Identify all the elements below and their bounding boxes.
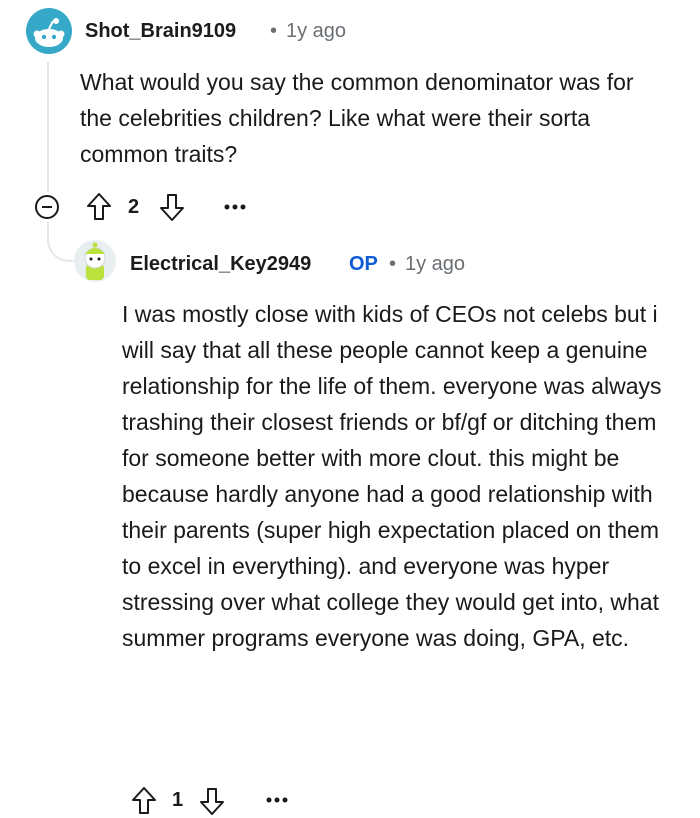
timestamp[interactable]: 1y ago <box>405 253 465 276</box>
avatar[interactable] <box>26 8 72 54</box>
snoo-icon <box>84 242 106 280</box>
ellipsis-icon[interactable] <box>264 795 290 805</box>
minus-circle-icon[interactable] <box>34 194 60 220</box>
arrow-down-icon[interactable] <box>198 786 226 816</box>
comment-body: What would you say the common denominato… <box>80 69 634 167</box>
arrow-up-icon[interactable] <box>130 786 158 816</box>
timestamp[interactable]: 1y ago <box>286 20 346 43</box>
arrow-down-icon[interactable] <box>158 192 186 222</box>
comment-body: I was mostly close with kids of CEOs not… <box>122 301 662 651</box>
vote-count: 2 <box>128 196 140 218</box>
arrow-up-icon[interactable] <box>85 192 113 222</box>
ellipsis-icon[interactable] <box>222 202 248 212</box>
vote-count: 1 <box>172 789 184 811</box>
thread-connector <box>47 222 73 262</box>
username[interactable]: Electrical_Key2949 <box>130 253 311 276</box>
separator: • <box>270 20 278 42</box>
thread-line <box>47 62 49 192</box>
separator: • <box>389 253 397 275</box>
avatar[interactable] <box>74 240 116 282</box>
username[interactable]: Shot_Brain9109 <box>85 20 236 43</box>
snoo-icon <box>33 18 65 47</box>
op-badge: OP <box>349 253 378 275</box>
